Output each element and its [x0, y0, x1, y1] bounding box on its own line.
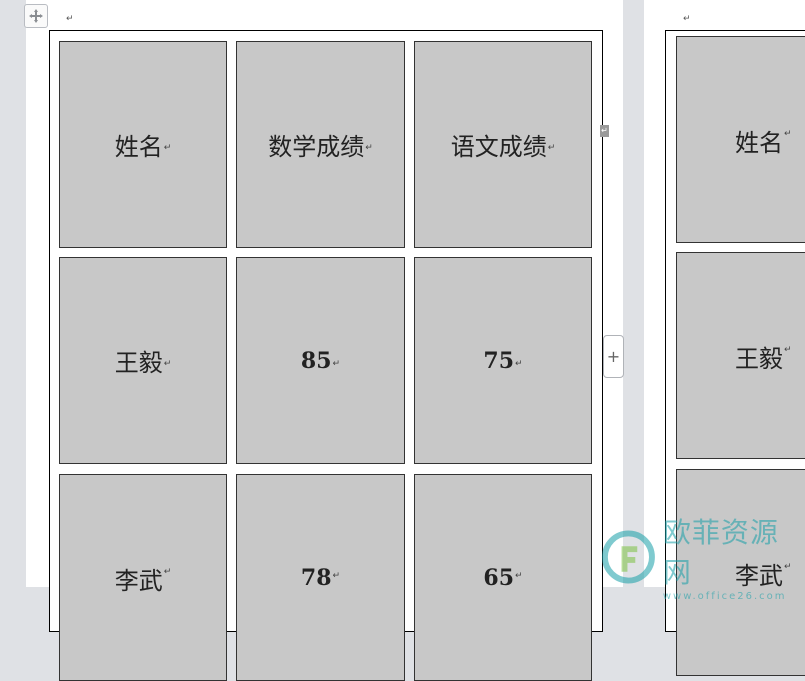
cell-text: 数学成绩: [268, 133, 365, 161]
brand-logo-icon: [601, 530, 655, 583]
cell-end-mark: ↵: [515, 571, 523, 581]
cell-end-mark: ↵: [784, 129, 792, 139]
table-cell[interactable]: 姓名 ↵: [59, 41, 227, 248]
paragraph-mark: ↵: [66, 14, 74, 24]
watermark-brand: 欧菲资源网: [662, 516, 779, 589]
table-cell[interactable]: 65 ↵: [414, 474, 592, 681]
table-cell[interactable]: 78 ↵: [236, 474, 405, 681]
cell-number: 78: [300, 565, 332, 591]
cell-end-mark: ↵: [365, 142, 373, 153]
cell-end-mark: ↵: [515, 358, 523, 369]
cell-number: 75: [483, 347, 515, 374]
cell-text: 语文成绩: [450, 133, 547, 161]
cell-text: 王毅: [114, 349, 163, 377]
cell-text: 姓名: [735, 129, 783, 157]
cell-end-mark: ↵: [163, 142, 172, 153]
table-cell[interactable]: 85 ↵: [236, 257, 405, 464]
table-cell[interactable]: 姓名 ↵: [676, 36, 805, 243]
cell-text: 李武: [114, 567, 163, 595]
watermark-url: www.office26.com: [662, 591, 787, 602]
cell-text: 王毅: [735, 345, 783, 373]
cell-end-mark: ↵: [332, 358, 341, 369]
table-cell[interactable]: 李武 ↵: [59, 474, 227, 681]
table-cell[interactable]: 数学成绩 ↵: [236, 41, 405, 248]
add-column-button[interactable]: +: [603, 335, 624, 378]
cell-end-mark: ↵: [784, 345, 792, 355]
cell-number: 85: [300, 347, 332, 374]
table-cell[interactable]: 王毅 ↵: [59, 257, 227, 464]
table-cell[interactable]: 语文成绩 ↵: [414, 41, 592, 248]
watermark: 欧菲资源网 www.office26.com: [600, 516, 805, 602]
paragraph-mark: ↵: [683, 14, 691, 24]
move-icon: [29, 9, 43, 23]
table-cell[interactable]: 王毅 ↵: [676, 252, 805, 459]
table-cell[interactable]: 75 ↵: [414, 257, 592, 464]
row-end-mark: ↵: [600, 125, 609, 137]
table-move-handle[interactable]: [24, 4, 48, 28]
cell-end-mark: ↵: [163, 567, 172, 577]
cell-text: 姓名: [114, 133, 163, 161]
cell-number: 65: [483, 565, 515, 591]
cell-end-mark: ↵: [163, 358, 172, 369]
cell-end-mark: ↵: [332, 571, 341, 581]
cell-end-mark: ↵: [547, 142, 556, 153]
